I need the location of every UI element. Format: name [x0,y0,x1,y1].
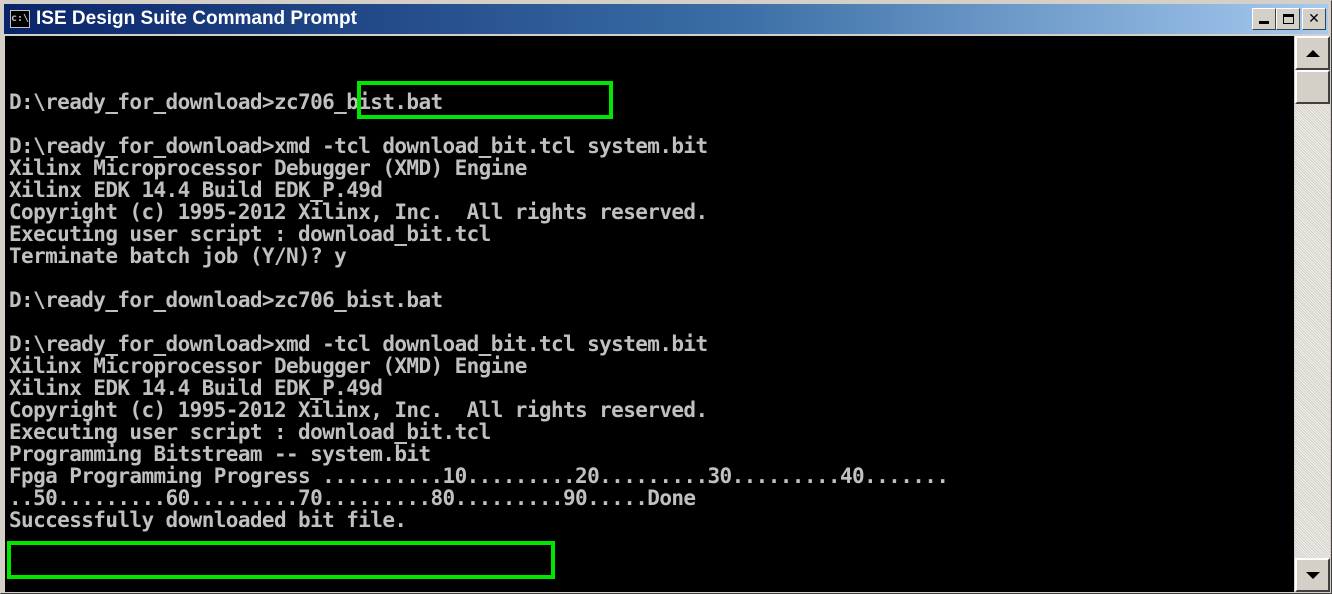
caption-buttons: ✕ [1252,8,1326,30]
console-app-icon[interactable]: c:\ [10,10,30,28]
console-line: Xilinx EDK 14.4 Build EDK_P.49d [9,376,383,400]
console-line: Programming Bitstream -- system.bit [9,442,431,466]
console-line: Xilinx EDK 14.4 Build EDK_P.49d [9,178,383,202]
window-title: ISE Design Suite Command Prompt [36,8,357,29]
console-text: D:\ready_for_download>zc706_bist.bat D:\r… [5,91,1294,531]
scroll-down-arrow-icon [1305,571,1320,579]
highlight-box-success [7,541,555,579]
console-line: Fpga Programming Progress ..........10..… [9,464,949,488]
console-line: Copyright (c) 1995-2012 Xilinx, Inc. All… [9,200,708,224]
console-line: D:\ready_for_download>zc706_bist.bat [9,288,443,312]
console-line: D:\ready_for_download>xmd -tcl download_… [9,332,708,356]
minimize-icon [1259,21,1269,24]
console-line: D:\ready_for_download>zc706_bist.bat [9,90,443,114]
scroll-up-button[interactable] [1295,36,1330,70]
console-line: Successfully downloaded bit file. [9,508,407,532]
close-button[interactable]: ✕ [1302,8,1326,30]
console-line: D:\ready_for_download>xmd -tcl download_… [9,134,708,158]
title-bar[interactable]: c:\ ISE Design Suite Command Prompt ✕ [4,4,1328,34]
console-output[interactable]: D:\ready_for_download>zc706_bist.bat D:\r… [5,36,1294,592]
console-line: Executing user script : download_bit.tcl [9,420,491,444]
scroll-down-button[interactable] [1295,558,1330,592]
console-line: Executing user script : download_bit.tcl [9,222,491,246]
console-line: Xilinx Microprocessor Debugger (XMD) Eng… [9,156,527,180]
close-icon: ✕ [1308,11,1320,27]
scrollbar-thumb[interactable] [1295,70,1330,104]
highlight-box-command [357,81,613,119]
command-prompt-window: c:\ ISE Design Suite Command Prompt ✕ D:… [0,0,1332,594]
maximize-icon [1282,14,1294,24]
minimize-button[interactable] [1252,8,1276,30]
vertical-scrollbar[interactable] [1295,36,1330,592]
console-line: Terminate batch job (Y/N)? y [9,244,347,268]
console-line: Copyright (c) 1995-2012 Xilinx, Inc. All… [9,398,708,422]
console-line: ..50.........60.........70.........80...… [9,486,696,510]
maximize-button[interactable] [1276,8,1300,30]
console-line: Xilinx Microprocessor Debugger (XMD) Eng… [9,354,527,378]
scroll-up-arrow-icon [1305,49,1320,57]
